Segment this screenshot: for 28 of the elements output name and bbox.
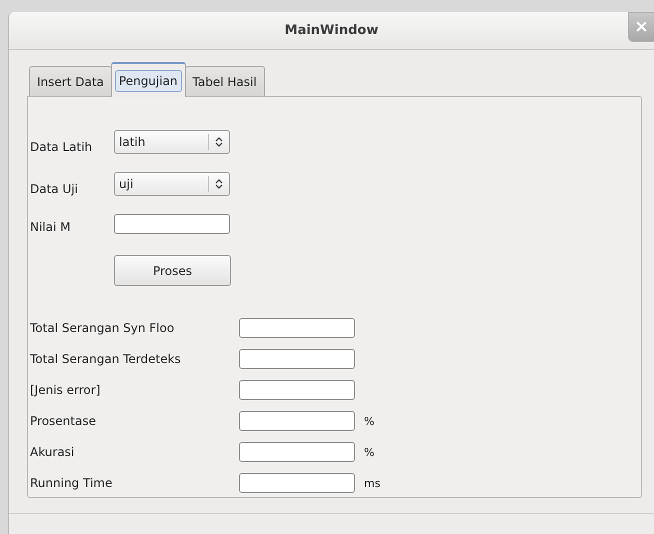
unit-label: ms — [364, 476, 380, 490]
window-title: MainWindow — [284, 23, 378, 38]
text-field[interactable] — [239, 473, 355, 493]
dropdown[interactable]: latih — [114, 130, 230, 154]
tab[interactable]: Tabel Hasil — [184, 66, 265, 96]
up-down-arrows-icon — [215, 136, 223, 148]
field-label: Nilai M — [30, 220, 72, 234]
field-label: Running Time — [30, 476, 114, 490]
dropdown[interactable]: uji — [114, 172, 230, 196]
field-label: Total Serangan Terdeteks — [30, 352, 182, 366]
field-label: Total Serangan Syn Floo — [30, 321, 176, 335]
field-label: Akurasi — [30, 445, 76, 459]
unit-label: % — [364, 414, 374, 428]
text-field[interactable] — [239, 442, 355, 462]
text-field[interactable] — [239, 349, 355, 369]
field-label: [Jenis error] — [30, 383, 102, 397]
tab[interactable]: Pengujian — [110, 62, 186, 97]
text-field[interactable] — [239, 318, 355, 338]
proses-button[interactable]: Proses — [114, 255, 231, 286]
up-down-arrows-icon — [215, 178, 223, 190]
unit-label: % — [364, 446, 374, 458]
field-label: Data Uji — [30, 182, 79, 196]
text-field[interactable] — [114, 214, 230, 234]
tab[interactable]: Insert Data — [29, 66, 112, 96]
field-label: Prosentase — [30, 414, 97, 428]
text-field[interactable] — [239, 380, 355, 400]
text-field[interactable] — [239, 411, 355, 431]
field-label: Data Latih — [30, 140, 94, 154]
